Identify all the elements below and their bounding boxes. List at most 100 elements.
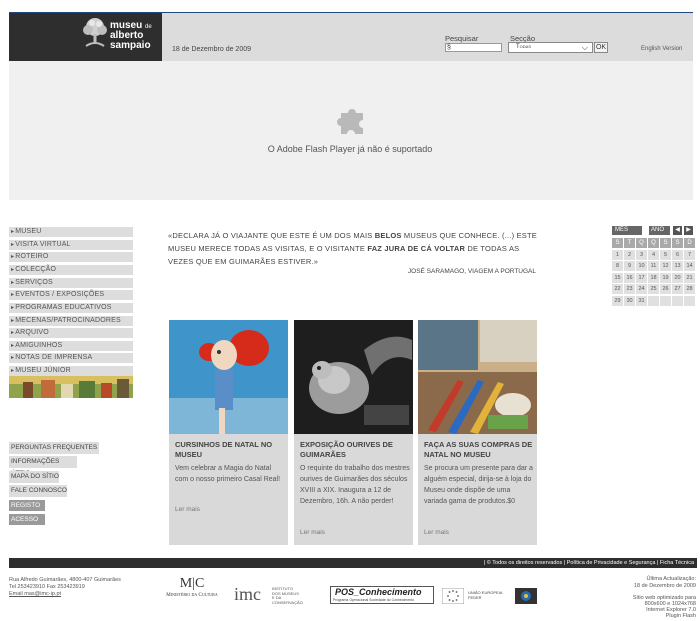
- menu-item-1[interactable]: MUSEU: [9, 227, 133, 237]
- section-select[interactable]: Todas ⌵: [508, 42, 593, 53]
- pos-logo-subtitle: Programa Operacional Sociedade do Conhec…: [333, 598, 415, 602]
- calendar-day[interactable]: 9: [624, 261, 635, 271]
- login-button[interactable]: ACESSO: [9, 514, 45, 525]
- footer-links-bar[interactable]: | © Todos os direitos reservados | Polít…: [9, 558, 697, 568]
- menu-item-3[interactable]: ROTEIRO: [9, 252, 133, 262]
- calendar-day[interactable]: 30: [624, 295, 635, 306]
- card-title: FAÇA AS SUAS COMPRAS DE NATAL NO MUSEU: [424, 440, 533, 459]
- calendar-day[interactable]: 13: [672, 261, 683, 271]
- useful-info-link[interactable]: INFORMAÇÕES ÚTEIS: [9, 456, 77, 477]
- calendar-day[interactable]: 8: [612, 261, 623, 271]
- quote-author: JOSÉ SARAMAGO, VIAGEM A PORTUGAL: [407, 268, 536, 275]
- ministerio-label: Ministério da Cultura: [166, 593, 218, 598]
- english-version-link[interactable]: English Version: [641, 46, 682, 52]
- calendar-day[interactable]: 12: [660, 261, 671, 271]
- news-card-goldsmith-exhibition[interactable]: EXPOSIÇÃO OURIVES DE GUIMARÃES O requint…: [294, 320, 413, 545]
- calendar-empty-cell: [672, 295, 683, 306]
- news-card-christmas-shopping[interactable]: FAÇA AS SUAS COMPRAS DE NATAL NO MUSEU S…: [418, 320, 537, 545]
- read-more-link[interactable]: Ler mais: [424, 529, 449, 536]
- calendar-day[interactable]: 7: [684, 249, 695, 260]
- calendar-day[interactable]: 31: [636, 295, 647, 306]
- calendar-day[interactable]: 28: [684, 284, 695, 294]
- imc-sub-3: E DA CONSERVAÇÃO: [272, 595, 303, 605]
- calendar-weekday: S: [672, 238, 683, 248]
- read-more-link[interactable]: Ler mais: [175, 506, 200, 513]
- footer-address: Rua Alfredo Guimarães, 4800-407 Guimarãe…: [9, 577, 121, 598]
- email-link[interactable]: Email mas@imc-ip.pt: [9, 591, 121, 598]
- imc-logo-mark: imc: [234, 584, 261, 604]
- saramago-quote: «DECLARA JÁ O VIAJANTE QUE ESTE É UM DOS…: [168, 231, 537, 266]
- calendar-day[interactable]: 15: [612, 272, 623, 283]
- register-button[interactable]: REGISTO: [9, 500, 45, 511]
- calendar-day[interactable]: 22: [612, 284, 623, 294]
- ok-button[interactable]: OK: [594, 42, 608, 53]
- calendar-day[interactable]: 18: [648, 272, 659, 283]
- search-input[interactable]: §: [445, 43, 502, 52]
- menu-item-12[interactable]: MUSEU JÚNIOR: [9, 366, 133, 376]
- calendar-day[interactable]: 1: [612, 249, 623, 260]
- phone-line: Tel 253423910 Fax 253423919: [9, 584, 85, 590]
- pos-conhecimento-logo[interactable]: POS_Conhecimento Programa Operacional So…: [330, 586, 434, 604]
- logo-line-3: sampaio: [110, 40, 151, 51]
- shop-products-image: [418, 320, 537, 434]
- calendar-day[interactable]: 20: [672, 272, 683, 283]
- calendar-day[interactable]: 4: [648, 249, 659, 260]
- calendar-next-icon[interactable]: ▶: [684, 226, 693, 235]
- pos-logo-mark: POS_Conhecimento: [335, 587, 422, 597]
- news-card-christmas-courses[interactable]: CURSINHOS DE NATAL NO MUSEU Vem celebrar…: [169, 320, 288, 545]
- menu-item-6[interactable]: EVENTOS / EXPOSIÇÕES: [9, 290, 133, 300]
- calendar-month-select[interactable]: MÊS: [612, 226, 642, 235]
- calendar-day[interactable]: 23: [624, 284, 635, 294]
- faq-link[interactable]: PERGUNTAS FREQUENTES: [9, 442, 99, 454]
- update-date: 18 de Dezembro de 2009: [633, 582, 696, 589]
- calendar-day[interactable]: 19: [660, 272, 671, 283]
- tree-logo-icon: [83, 18, 107, 47]
- menu-item-8[interactable]: MECENAS/PATROCINADORES: [9, 316, 133, 326]
- calendar-day[interactable]: 24: [636, 284, 647, 294]
- section-select-value: Todas: [516, 44, 532, 50]
- sitemap-link[interactable]: MAPA DO SÍTIO: [9, 471, 59, 483]
- read-more-link[interactable]: Ler mais: [300, 529, 325, 536]
- calendar-day[interactable]: 21: [684, 272, 695, 283]
- calendar-weekday: S: [660, 238, 671, 248]
- search-label: Pesquisar: [445, 34, 479, 43]
- menu-item-2[interactable]: VISITA VIRTUAL: [9, 240, 133, 250]
- card-title: EXPOSIÇÃO OURIVES DE GUIMARÃES: [300, 440, 393, 459]
- chevron-down-icon: ⌵: [581, 43, 588, 52]
- calendar-day[interactable]: 10: [636, 261, 647, 271]
- puzzle-piece-icon: [337, 109, 363, 134]
- current-date: 18 de Dezembro de 2009: [172, 46, 251, 53]
- calendar-day[interactable]: 5: [660, 249, 671, 260]
- menu-item-11[interactable]: NOTAS DE IMPRENSA: [9, 353, 133, 363]
- calendar-empty-cell: [648, 295, 659, 306]
- calendar-day[interactable]: 14: [684, 261, 695, 271]
- calendar-day[interactable]: 27: [672, 284, 683, 294]
- calendar-day[interactable]: 25: [648, 284, 659, 294]
- calendar-day[interactable]: 17: [636, 272, 647, 283]
- calendar-day[interactable]: 2: [624, 249, 635, 260]
- calendar-day[interactable]: 26: [660, 284, 671, 294]
- eu-label: UNIÃO EUROPEIA FEDER: [468, 590, 502, 600]
- imc-logo-subtitle: INSTITUTO DOS MUSEUS E DA CONSERVAÇÃO: [272, 586, 312, 605]
- calendar-prev-icon[interactable]: ◀: [673, 226, 682, 235]
- calendar-day[interactable]: 29: [612, 295, 623, 306]
- calendar-weekday: Q: [648, 238, 659, 248]
- contact-link[interactable]: FALE CONNOSCO: [9, 485, 67, 497]
- calendar-day[interactable]: 3: [636, 249, 647, 260]
- calendar-grid: S T Q Q S S D 1 2 3 4 5 6 7 8 9 10 11 12 13 14 15 16 17 18 19 20 21…: [612, 238, 695, 306]
- menu-item-5[interactable]: SERVIÇOS: [9, 278, 133, 288]
- museum-junior-image[interactable]: [9, 376, 133, 398]
- eu-label-2: FEDER: [468, 595, 482, 600]
- ministerio-cultura-logo[interactable]: M|C Ministério da Cultura: [157, 577, 227, 599]
- menu-item-9[interactable]: ARQUIVO: [9, 328, 133, 338]
- calendar-day[interactable]: 11: [648, 261, 659, 271]
- opt-line-4: Plugin Flash: [665, 613, 696, 619]
- menu-item-10[interactable]: AMIGUINHOS: [9, 341, 133, 351]
- calendar-year-select[interactable]: ANO: [649, 226, 670, 235]
- menu-item-7[interactable]: PROGRAMAS EDUCATIVOS: [9, 303, 133, 313]
- calendar-day[interactable]: 6: [672, 249, 683, 260]
- calendar-day[interactable]: 16: [624, 272, 635, 283]
- menu-item-4[interactable]: COLECÇÃO: [9, 265, 133, 275]
- last-update: Última Actualização: 18 de Dezembro de 2…: [600, 576, 696, 589]
- imc-logo[interactable]: imc INSTITUTO DOS MUSEUS E DA CONSERVAÇÃ…: [234, 584, 303, 605]
